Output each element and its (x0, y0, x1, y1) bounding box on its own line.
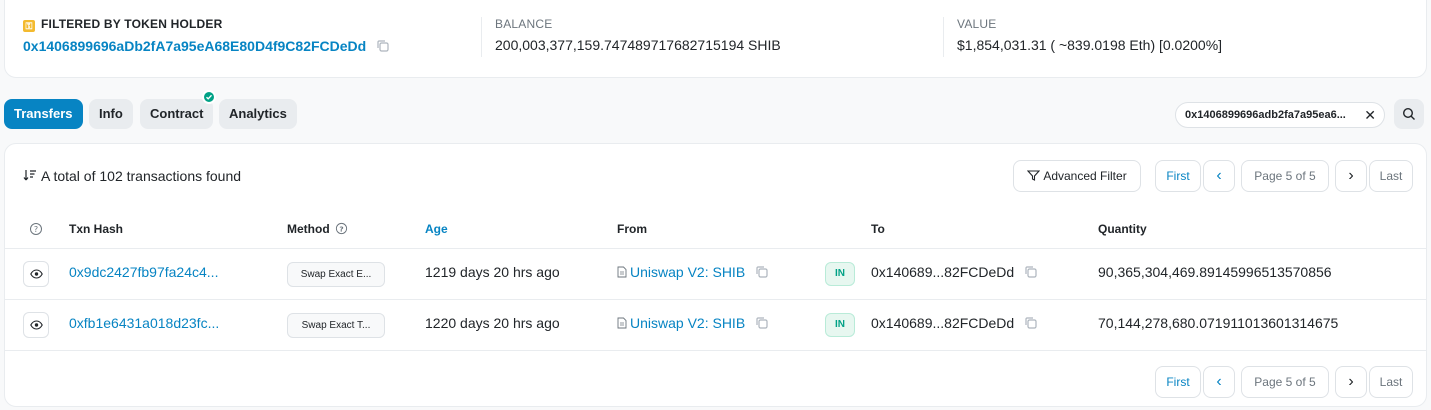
col-quantity: Quantity (1098, 222, 1147, 236)
quantity-cell: 70,144,278,680.071911013601314675 (1098, 315, 1338, 331)
preview-button[interactable] (23, 261, 49, 287)
copy-icon[interactable] (376, 39, 390, 53)
question-circle-icon[interactable]: ? (335, 222, 348, 235)
next-page-button[interactable]: › (1335, 366, 1367, 398)
holder-label-row: ⚿ FILTERED BY TOKEN HOLDER (23, 17, 390, 32)
tab-info[interactable]: Info (89, 99, 133, 129)
last-page-button[interactable]: Last (1369, 366, 1413, 398)
txn-hash-link[interactable]: 0xfb1e6431a018d23fc... (69, 315, 219, 331)
holder-address-link[interactable]: 0x1406899696aDb2fA7a95eA68E80D4f9C82FCDe… (23, 38, 366, 54)
copy-icon[interactable] (755, 316, 769, 330)
sort-icon (23, 169, 37, 181)
contract-doc-icon (617, 317, 627, 329)
copy-icon[interactable] (1024, 316, 1038, 330)
tab-contract[interactable]: Contract (140, 99, 213, 129)
col-age[interactable]: Age (425, 222, 448, 236)
question-circle-icon[interactable]: ? (29, 222, 43, 236)
holder-address-row: 0x1406899696aDb2fA7a95eA68E80D4f9C82FCDe… (23, 38, 390, 54)
from-link[interactable]: Uniswap V2: SHIB (630, 315, 745, 331)
quantity-cell: 90,365,304,469.89145996513570856 (1098, 264, 1332, 280)
divider (943, 17, 944, 57)
next-page-button[interactable]: › (1335, 160, 1367, 192)
prev-page-button[interactable]: ‹ (1203, 160, 1235, 192)
method-badge: Swap Exact T... (287, 313, 385, 338)
value-label: VALUE (957, 17, 1222, 31)
value-column: VALUE $1,854,031.31 ( ~839.0198 Eth) [0.… (957, 17, 1222, 53)
prev-page-button[interactable]: ‹ (1203, 366, 1235, 398)
advanced-filter-button[interactable]: Advanced Filter (1013, 160, 1141, 192)
first-page-button[interactable]: First (1155, 366, 1201, 398)
divider (481, 17, 482, 57)
col-to: To (871, 222, 885, 236)
svg-text:?: ? (34, 225, 38, 234)
first-page-button[interactable]: First (1155, 160, 1201, 192)
col-method: Method ? (287, 222, 348, 236)
address-filter-chip: 0x1406899696adb2fa7a95ea6... ✕ (1175, 102, 1385, 128)
preview-button[interactable] (23, 312, 49, 338)
age-cell: 1219 days 20 hrs ago (425, 264, 560, 280)
holder-icon: ⚿ (23, 20, 35, 32)
token-holder-summary: ⚿ FILTERED BY TOKEN HOLDER 0x1406899696aD… (4, 0, 1427, 78)
from-link[interactable]: Uniswap V2: SHIB (630, 264, 745, 280)
transfers-table-card: A total of 102 transactions found Advanc… (4, 143, 1427, 407)
table-row: 0x9dc2427fb97fa24c4... Swap Exact E... 1… (5, 249, 1426, 299)
to-cell: 0x140689...82FCDeDd (871, 315, 1038, 331)
page-indicator: Page 5 of 5 (1241, 160, 1329, 192)
advanced-filter-label: Advanced Filter (1043, 169, 1126, 183)
total-count: A total of 102 transactions found (23, 168, 241, 184)
col-from: From (617, 222, 647, 236)
close-icon[interactable]: ✕ (1364, 103, 1376, 127)
col-method-label: Method (287, 222, 330, 236)
total-text: A total of 102 transactions found (41, 168, 241, 184)
search-icon (1402, 107, 1416, 121)
to-address: 0x140689...82FCDeDd (871, 315, 1014, 331)
search-button[interactable] (1394, 99, 1424, 129)
holder-label: FILTERED BY TOKEN HOLDER (41, 17, 222, 31)
filter-chip-text: 0x1406899696adb2fa7a95ea6... (1185, 109, 1346, 121)
from-cell: Uniswap V2: SHIB (617, 264, 769, 280)
contract-doc-icon (617, 266, 627, 278)
copy-icon[interactable] (1024, 265, 1038, 279)
balance-value: 200,003,377,159.747489717682715194 SHIB (495, 37, 781, 53)
eye-icon (30, 320, 43, 330)
eye-icon (30, 269, 43, 279)
tab-transfers[interactable]: Transfers (4, 99, 83, 129)
direction-badge: IN (825, 262, 855, 286)
copy-icon[interactable] (755, 265, 769, 279)
txn-hash-link[interactable]: 0x9dc2427fb97fa24c4... (69, 264, 218, 280)
last-page-button[interactable]: Last (1369, 160, 1413, 192)
balance-column: BALANCE 200,003,377,159.7474897176827151… (495, 17, 781, 53)
direction-badge: IN (825, 313, 855, 337)
col-txn-hash: Txn Hash (69, 222, 123, 236)
balance-label: BALANCE (495, 17, 781, 31)
verified-check-icon (202, 90, 216, 104)
divider (5, 350, 1426, 351)
to-cell: 0x140689...82FCDeDd (871, 264, 1038, 280)
svg-text:?: ? (339, 224, 343, 233)
page-indicator: Page 5 of 5 (1241, 366, 1329, 398)
holder-column: ⚿ FILTERED BY TOKEN HOLDER 0x1406899696aD… (23, 17, 390, 54)
tab-analytics[interactable]: Analytics (219, 99, 297, 129)
filter-icon (1027, 170, 1040, 181)
from-cell: Uniswap V2: SHIB (617, 315, 769, 331)
method-badge: Swap Exact E... (287, 262, 385, 287)
to-address: 0x140689...82FCDeDd (871, 264, 1014, 280)
table-row: 0xfb1e6431a018d23fc... Swap Exact T... 1… (5, 300, 1426, 350)
age-cell: 1220 days 20 hrs ago (425, 315, 560, 331)
value-value: $1,854,031.31 ( ~839.0198 Eth) [0.0200%] (957, 37, 1222, 53)
